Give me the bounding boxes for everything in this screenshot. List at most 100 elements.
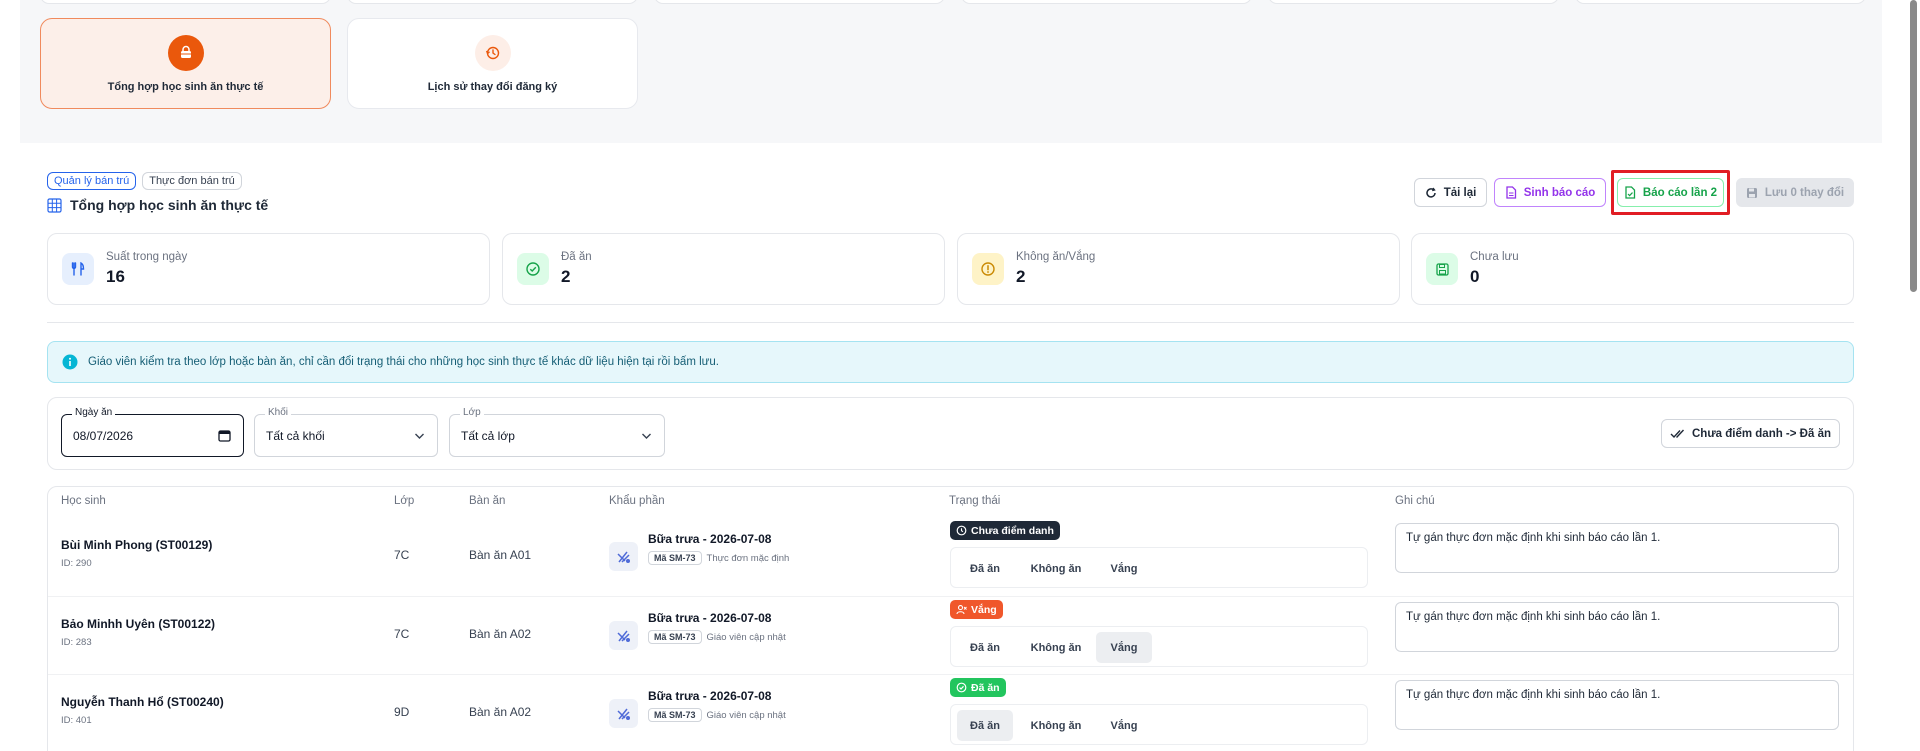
student-name: Bảo Minhh Uyên (ST00122) xyxy=(61,617,216,631)
module-card-hidden[interactable] xyxy=(1575,0,1866,4)
column-header-table: Bàn ăn xyxy=(469,495,506,507)
stat-value: 16 xyxy=(106,267,125,286)
column-header-student: Học sinh xyxy=(61,495,106,507)
class-select-label: Lớp xyxy=(460,407,484,418)
status-badge-text: Vắng xyxy=(971,603,997,616)
stat-card-absent: Không ăn/Vắng 2 xyxy=(957,233,1400,305)
stat-label: Đã ăn xyxy=(561,251,592,263)
note-textarea[interactable]: Tự gán thực đơn mặc định khi sinh báo cá… xyxy=(1395,602,1839,652)
breadcrumb-item-menu[interactable]: Thực đơn bán trú xyxy=(142,172,242,190)
divider xyxy=(47,322,1854,323)
status-option-absent[interactable]: Vắng xyxy=(1096,553,1152,584)
meal-code-badge: Mã SM-73 xyxy=(648,551,702,565)
status-option-eaten[interactable]: Đã ăn xyxy=(957,553,1013,584)
stat-card-portions: Suất trong ngày 16 xyxy=(47,233,490,305)
mark-eaten-label: Chưa điểm danh -> Đã ăn xyxy=(1691,427,1831,440)
check-circle-icon xyxy=(517,253,549,285)
status-option-not-eaten[interactable]: Không ăn xyxy=(1020,553,1092,584)
column-header-note: Ghi chú xyxy=(1395,495,1435,507)
meal-cell: Bữa trưa - 2026-07-08 Mã SM-73 Giáo viên… xyxy=(648,611,786,644)
double-check-icon xyxy=(1670,429,1684,439)
meal-source: Giáo viên cập nhật xyxy=(706,631,786,643)
breadcrumb-item-semi-boarding[interactable]: Quản lý bán trú xyxy=(47,172,137,190)
status-segmented-control: Đã ăn Không ăn Vắng xyxy=(950,704,1368,745)
student-table: Bàn ăn A02 xyxy=(469,705,532,719)
meal-source: Giáo viên cập nhật xyxy=(706,709,786,721)
mark-eaten-button[interactable]: Chưa điểm danh -> Đã ăn xyxy=(1661,419,1840,448)
module-card-hidden[interactable] xyxy=(961,0,1252,4)
class-select-value: Tất cả lớp xyxy=(461,429,515,443)
chevron-down-icon xyxy=(642,433,651,439)
students-table: Học sinh Lớp Bàn ăn Khẩu phần Trạng thái… xyxy=(47,486,1854,751)
module-card-hidden[interactable] xyxy=(40,0,331,4)
save-icon xyxy=(1426,253,1458,285)
note-textarea[interactable]: Tự gán thực đơn mặc định khi sinh báo cá… xyxy=(1395,523,1839,573)
note-textarea[interactable]: Tự gán thực đơn mặc định khi sinh báo cá… xyxy=(1395,680,1839,730)
status-option-absent[interactable]: Vắng xyxy=(1096,632,1152,663)
reload-label: Tải lại xyxy=(1443,186,1477,199)
class-select[interactable]: Lớp Tất cả lớp xyxy=(449,407,665,457)
status-option-eaten[interactable]: Đã ăn xyxy=(957,632,1013,663)
user-x-icon xyxy=(956,605,967,615)
status-badge-text: Đã ăn xyxy=(971,681,1000,694)
save-changes-button[interactable]: Lưu 0 thay đổi xyxy=(1736,178,1854,207)
generate-report-button[interactable]: Sinh báo cáo xyxy=(1494,178,1606,207)
table-icon xyxy=(47,197,62,213)
chevron-down-icon xyxy=(415,433,424,439)
status-option-not-eaten[interactable]: Không ăn xyxy=(1020,632,1092,663)
stat-value: 2 xyxy=(561,267,571,286)
table-row: Bùi Minh Phong (ST00129) ID: 290 7C Bàn … xyxy=(48,518,1853,596)
stat-value: 2 xyxy=(1016,267,1026,286)
alert-circle-icon xyxy=(972,253,1004,285)
student-id: ID: 290 xyxy=(61,558,92,569)
column-header-portion: Khẩu phần xyxy=(609,495,665,507)
student-table: Bàn ăn A01 xyxy=(469,548,532,562)
module-card-hidden[interactable] xyxy=(654,0,945,4)
student-id: ID: 401 xyxy=(61,715,92,726)
meal-code-badge: Mã SM-73 xyxy=(648,708,702,722)
module-card-hidden[interactable] xyxy=(347,0,638,4)
meal-icon xyxy=(609,542,638,571)
calendar-icon[interactable] xyxy=(218,429,231,442)
student-class: 7C xyxy=(394,627,410,641)
module-label: Lịch sử thay đổi đăng ký xyxy=(427,80,558,93)
meal-title: Bữa trưa - 2026-07-08 xyxy=(648,611,772,625)
module-label: Tổng hợp học sinh ăn thực tế xyxy=(107,80,264,93)
clock-icon xyxy=(956,525,967,536)
status-badge: Chưa điểm danh xyxy=(950,521,1060,541)
info-banner: Giáo viên kiểm tra theo lớp hoặc bàn ăn,… xyxy=(47,341,1854,383)
grade-select-label: Khối xyxy=(265,407,292,418)
meal-title: Bữa trưa - 2026-07-08 xyxy=(648,532,772,546)
scrollbar-thumb[interactable] xyxy=(1910,0,1917,292)
stat-label: Không ăn/Vắng xyxy=(1016,251,1096,263)
student-class: 9D xyxy=(394,705,410,719)
date-field[interactable]: Ngày ăn 08/07/2026 xyxy=(61,407,244,457)
status-badge: Vắng xyxy=(950,600,1003,620)
module-card-actual-meals[interactable]: Tổng hợp học sinh ăn thực tế xyxy=(40,18,331,109)
student-name: Bùi Minh Phong (ST00129) xyxy=(61,538,213,552)
status-option-eaten[interactable]: Đã ăn xyxy=(957,710,1013,741)
reload-button[interactable]: Tải lại xyxy=(1414,178,1487,207)
student-table: Bàn ăn A02 xyxy=(469,627,532,641)
check-circle-icon xyxy=(956,682,967,693)
student-class: 7C xyxy=(394,548,410,562)
student-cell: Bảo Minhh Uyên (ST00122) ID: 283 xyxy=(61,617,215,648)
info-text: Giáo viên kiểm tra theo lớp hoặc bàn ăn,… xyxy=(88,356,719,368)
status-option-absent[interactable]: Vắng xyxy=(1096,710,1152,741)
save-icon xyxy=(1746,187,1757,198)
page-title-text: Tổng hợp học sinh ăn thực tế xyxy=(70,197,269,213)
status-segmented-control: Đã ăn Không ăn Vắng xyxy=(950,626,1368,667)
student-id: ID: 283 xyxy=(61,637,92,648)
module-card-change-history[interactable]: Lịch sử thay đổi đăng ký xyxy=(347,18,638,109)
stat-card-unsaved: Chưa lưu 0 xyxy=(1411,233,1854,305)
table-row: Nguyễn Thanh Hổ (ST00240) ID: 401 9D Bàn… xyxy=(48,674,1853,751)
date-field-value: 08/07/2026 xyxy=(73,429,134,443)
student-cell: Bùi Minh Phong (ST00129) ID: 290 xyxy=(61,538,212,569)
status-option-not-eaten[interactable]: Không ăn xyxy=(1020,710,1092,741)
fork-knife-icon xyxy=(62,253,94,285)
scrollbar[interactable] xyxy=(1907,0,1920,751)
grade-select-value: Tất cả khối xyxy=(266,429,325,443)
grade-select[interactable]: Khối Tất cả khối xyxy=(254,407,438,457)
module-card-hidden[interactable] xyxy=(1268,0,1559,4)
page-title: Tổng hợp học sinh ăn thực tế xyxy=(47,197,268,213)
